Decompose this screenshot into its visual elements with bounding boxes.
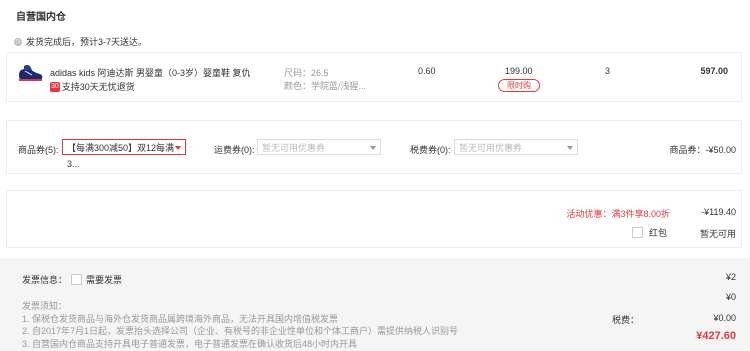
product-quantity: 3 <box>605 66 611 76</box>
service-badge: 30 <box>50 81 60 92</box>
product-name[interactable]: adidas kids 阿迪达斯 男婴童（0-3岁）婴童鞋 复仇... <box>50 66 250 79</box>
freight-coupon-select[interactable]: 暂无可用优惠券 <box>257 139 381 155</box>
tax-coupon-select[interactable]: 暂无可用优惠券 <box>454 139 578 155</box>
limited-time-tag: 限时购 <box>498 79 540 92</box>
product-thumbnail[interactable] <box>16 60 44 86</box>
notes-line: 2. 自2017年7月1日起，发票抬头选择公司（企业、有税号的非企业性单位和个体… <box>22 326 459 336</box>
store-title: 自营国内仓 <box>16 12 66 23</box>
invoice-notes: 发票须知： 1. 保税仓发货商品与海外仓发货商品属跨境海外商品，无法开具国内增值… <box>22 300 458 350</box>
summary-row-3-value: ¥0.00 <box>713 313 736 323</box>
red-packet-label: 红包 <box>649 228 668 238</box>
goods-coupon-select[interactable]: 【每满300减50】双12每满3... <box>62 139 186 169</box>
invoice-option[interactable]: 需要发票 <box>86 273 122 286</box>
tax-fee-label: 税费： <box>612 315 640 325</box>
notes-line: 1. 保税仓发货商品与海外仓发货商品属跨境海外商品，无法开具国内增值税发票 <box>22 313 339 324</box>
tax-coupon-label: 税费券(0): <box>410 145 451 155</box>
coupon-summary: 商品券：-¥50.00 <box>669 145 736 155</box>
product-total: 597.00 <box>700 66 728 76</box>
summary-row-1-value: ¥2 <box>725 272 736 282</box>
freight-coupon-label: 运费券(0): <box>214 145 255 155</box>
product-price: 199.00 <box>505 66 533 76</box>
shipping-notice-text: 发货完成后，预计3-7天送达。 <box>26 37 148 47</box>
tax-coupon-value: 暂无可用优惠券 <box>459 143 523 153</box>
promotion-label: 活动优惠：满3件享8.00折 <box>566 209 670 219</box>
product-tax: 0.60 <box>418 66 436 76</box>
red-packet-checkbox[interactable] <box>632 227 643 238</box>
chevron-down-icon <box>370 146 376 150</box>
service-text: 支持30天无忧退货 <box>61 82 135 92</box>
product-size: 尺码：26.5 <box>284 68 329 78</box>
red-packet-status: 暂无可用 <box>699 229 736 239</box>
chevron-down-icon <box>567 146 573 150</box>
promotion-amount: -¥119.40 <box>701 207 736 217</box>
shipping-notice: ◷ 发货完成后，预计3-7天送达。 <box>14 35 147 48</box>
freight-coupon-value: 暂无可用优惠券 <box>262 143 326 153</box>
return-service: 30 支持30天无忧退货 <box>50 80 135 93</box>
clock-icon: ◷ <box>14 37 22 46</box>
product-color: 颜色：学院蓝/浅猩... <box>284 81 367 91</box>
notes-title: 发票须知： <box>22 301 68 311</box>
invoice-section: 发票信息： 需要发票 <box>22 273 122 286</box>
notes-line: 3. 自营国内仓商品支持开具电子普通发票，电子普通发票在确认收货后48小时内开具 <box>22 338 358 349</box>
goods-coupon-label: 商品券(5): <box>18 145 59 155</box>
chevron-down-icon <box>175 146 181 150</box>
invoice-label: 发票信息： <box>22 275 68 285</box>
invoice-checkbox[interactable] <box>71 274 83 285</box>
summary-row-2-value: ¥0 <box>725 292 736 302</box>
payable-amount: ¥427.60 <box>696 330 736 342</box>
red-packet-option[interactable]: 红包 <box>632 226 667 239</box>
